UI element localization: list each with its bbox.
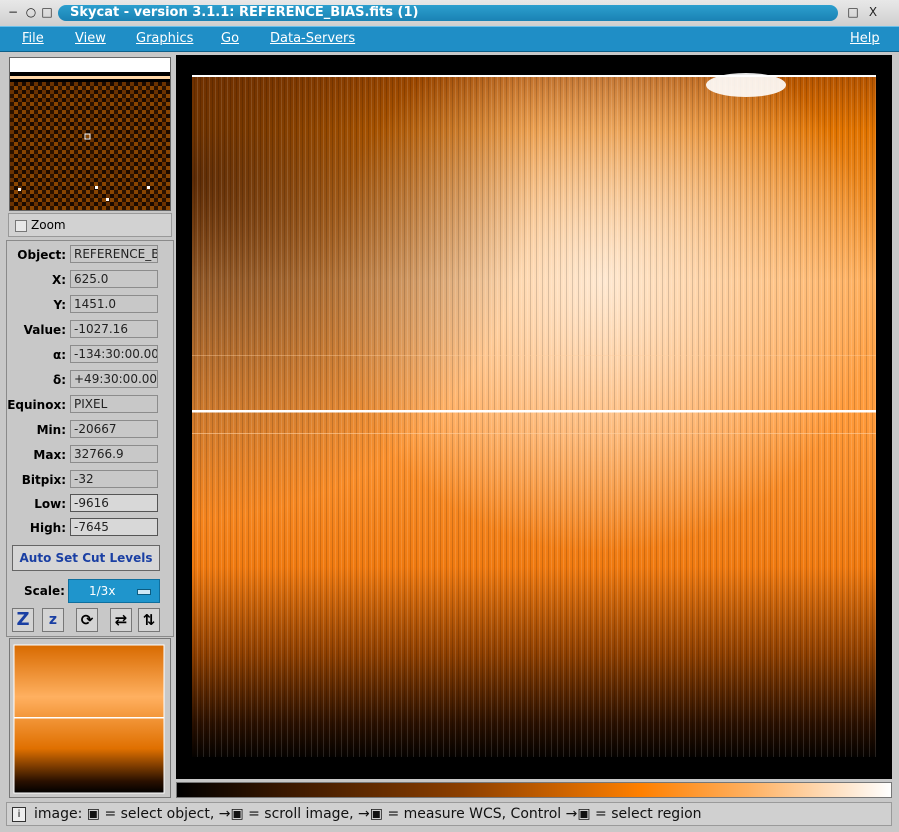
info-icon: i	[12, 807, 26, 822]
info-value: -32	[70, 470, 158, 488]
info-value: -1027.16	[70, 320, 158, 338]
info-label: Bitpix:	[21, 473, 66, 487]
info-high: High: -7645	[8, 518, 162, 538]
flip-y-button[interactable]: ⇅	[138, 608, 160, 632]
info-label: Equinox:	[7, 398, 66, 412]
info-label: Y:	[53, 298, 66, 312]
colorbar[interactable]	[176, 782, 892, 798]
status-text: image: ▣ = select object, →▣ = scroll im…	[34, 806, 702, 822]
info-value: 1451.0	[70, 295, 158, 313]
info-dec: δ: +49:30:00.00	[8, 370, 162, 390]
info-label: X:	[51, 273, 66, 287]
minimize-icon[interactable]: −	[6, 5, 20, 19]
high-cut-input[interactable]: -7645	[70, 518, 158, 536]
info-bitpix: Bitpix: -32	[8, 470, 162, 490]
flip-x-button[interactable]: ⇄	[110, 608, 132, 632]
image-canvas[interactable]	[176, 55, 892, 779]
auto-set-cut-levels-button[interactable]: Auto Set Cut Levels	[12, 545, 160, 571]
info-label: Low:	[34, 497, 66, 511]
zoom-in-button[interactable]: Z	[12, 608, 34, 632]
info-value: REFERENCE_BIAS	[70, 245, 158, 263]
status-bar: i image: ▣ = select object, →▣ = scroll …	[6, 802, 892, 826]
info-label: α:	[52, 348, 66, 362]
zoom-checkbox[interactable]	[15, 220, 27, 232]
menu-data-servers[interactable]: Data-Servers	[270, 31, 355, 46]
menu-help[interactable]: Help	[850, 31, 880, 46]
info-value: 625.0	[70, 270, 158, 288]
restore-icon[interactable]: ○	[24, 5, 38, 19]
zoom-out-button[interactable]: z	[42, 608, 64, 632]
info-max: Max: 32766.9	[8, 445, 162, 465]
menu-file[interactable]: File	[22, 31, 44, 46]
low-cut-input[interactable]: -9616	[70, 494, 158, 512]
scale-value: 1/3x	[89, 584, 116, 598]
info-object: Object: REFERENCE_BIAS	[8, 245, 162, 265]
dropdown-icon	[137, 589, 151, 595]
info-value: +49:30:00.00	[70, 370, 158, 388]
info-value: -20667	[70, 420, 158, 438]
window-title: Skycat - version 3.1.1: REFERENCE_BIAS.f…	[58, 5, 838, 21]
pan-magnifier[interactable]	[9, 57, 171, 211]
scale-select[interactable]: 1/3x	[68, 579, 160, 603]
scale-label: Scale:	[24, 584, 65, 598]
menu-bar: File View Graphics Go Data-Servers Help	[0, 26, 899, 52]
rotate-button[interactable]: ⟳	[76, 608, 98, 632]
info-label: Max:	[33, 448, 66, 462]
info-value: PIXEL	[70, 395, 158, 413]
info-label: Value:	[23, 323, 66, 337]
menu-graphics[interactable]: Graphics	[136, 31, 193, 46]
menu-view[interactable]: View	[75, 31, 106, 46]
info-label: Object:	[17, 248, 66, 262]
menu-go[interactable]: Go	[221, 31, 239, 46]
info-value: -134:30:00.000	[70, 345, 158, 363]
info-y: Y: 1451.0	[8, 295, 162, 315]
info-min: Min: -20667	[8, 420, 162, 440]
zoom-toggle[interactable]: Zoom	[8, 213, 172, 237]
info-low: Low: -9616	[8, 494, 162, 514]
info-pixel-value: Value: -1027.16	[8, 320, 162, 340]
info-label: High:	[29, 521, 66, 535]
info-ra: α: -134:30:00.000	[8, 345, 162, 365]
info-label: Min:	[36, 423, 66, 437]
zoom-label: Zoom	[31, 218, 66, 232]
shade-icon[interactable]: □	[846, 5, 860, 19]
info-x: X: 625.0	[8, 270, 162, 290]
info-label: δ:	[52, 373, 66, 387]
info-value: 32766.9	[70, 445, 158, 463]
title-bar: − ○ □ Skycat - version 3.1.1: REFERENCE_…	[0, 0, 899, 27]
maximize-icon[interactable]: □	[40, 5, 54, 19]
close-icon[interactable]: X	[866, 5, 880, 19]
info-equinox: Equinox: PIXEL	[7, 395, 162, 415]
panner-thumbnail[interactable]	[9, 638, 171, 798]
